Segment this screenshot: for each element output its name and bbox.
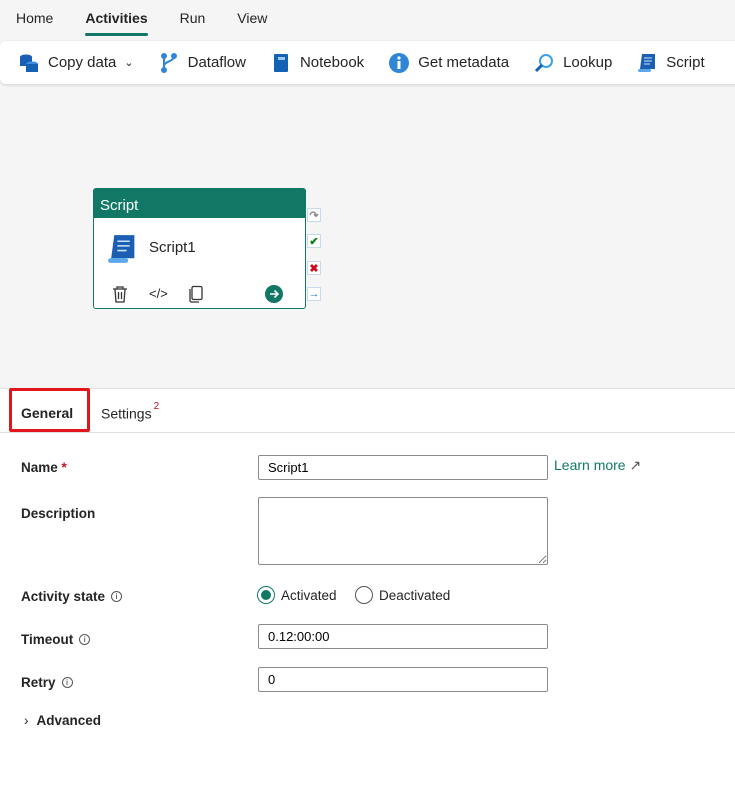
dataflow-button[interactable]: Dataflow <box>158 52 246 74</box>
menu-tabs: Home Activities Run View <box>0 0 283 40</box>
info-icon: i <box>79 634 91 645</box>
retry-label: Retry i <box>21 675 73 690</box>
info-icon: i <box>61 677 73 688</box>
completion-output-icon[interactable]: → <box>307 287 321 301</box>
skip-output-icon[interactable]: ↷ <box>307 208 321 222</box>
delete-icon[interactable] <box>111 285 129 303</box>
arrow-right-circle-icon[interactable] <box>265 285 283 303</box>
tab-settings[interactable]: Settings 2 <box>101 401 159 422</box>
properties-tabs: General Settings 2 <box>0 390 735 433</box>
script-button[interactable]: Script <box>636 52 705 74</box>
database-icon <box>20 54 38 72</box>
description-input[interactable] <box>258 497 548 565</box>
learn-more-link[interactable]: Learn more ↗ <box>554 457 641 474</box>
divider <box>0 388 735 389</box>
notebook-button[interactable]: Notebook <box>270 52 364 74</box>
info-icon: i <box>111 591 123 602</box>
notebook-label: Notebook <box>299 54 365 71</box>
chevron-down-icon: ⌄ <box>124 57 134 69</box>
script-icon <box>638 53 656 72</box>
script-activity-node[interactable]: Script Script1 </> <box>93 188 306 309</box>
settings-label: Settings <box>101 405 152 422</box>
dataflow-icon <box>160 52 177 73</box>
retry-input[interactable] <box>258 667 548 692</box>
activities-toolbar: Copy data ⌄ Dataflow Notebook Get metadat… <box>0 41 735 84</box>
external-link-icon: ↗ <box>629 457 642 473</box>
copy-data-button[interactable]: Copy data ⌄ <box>18 52 134 74</box>
tab-activities[interactable]: Activities <box>69 0 163 36</box>
info-icon <box>389 52 410 73</box>
magnifier-icon <box>535 53 554 72</box>
deactivated-radio[interactable]: Deactivated <box>355 586 450 604</box>
description-label: Description <box>21 506 96 521</box>
notebook-icon <box>273 53 288 72</box>
get-metadata-button[interactable]: Get metadata <box>388 52 509 74</box>
highlight-box <box>9 388 90 432</box>
lookup-button[interactable]: Lookup <box>533 52 612 74</box>
timeout-input[interactable] <box>258 624 548 649</box>
node-type: Script <box>94 189 305 218</box>
timeout-label: Timeout i <box>21 632 91 647</box>
node-name: Script1 <box>149 239 196 256</box>
chevron-right-icon: › <box>24 713 29 728</box>
name-label: Name * <box>21 460 67 475</box>
activity-state-label: Activity state i <box>21 589 123 604</box>
copy-icon[interactable] <box>187 285 205 303</box>
success-output-icon[interactable]: ✔ <box>307 234 321 248</box>
code-icon[interactable]: </> <box>149 286 168 301</box>
advanced-toggle[interactable]: › Advanced <box>24 713 101 728</box>
lookup-label: Lookup <box>563 54 613 71</box>
dataflow-label: Dataflow <box>187 54 246 71</box>
script-label: Script <box>666 54 705 71</box>
settings-badge: 2 <box>153 401 160 412</box>
script-icon <box>108 235 135 263</box>
activated-radio[interactable]: Activated <box>257 586 337 604</box>
tab-run[interactable]: Run <box>164 0 222 36</box>
get-metadata-label: Get metadata <box>418 54 510 71</box>
copy-data-label: Copy data <box>48 54 117 71</box>
tab-view[interactable]: View <box>221 0 283 36</box>
name-input[interactable] <box>258 455 548 480</box>
tab-home[interactable]: Home <box>0 0 69 36</box>
failure-output-icon[interactable]: ✖ <box>307 261 321 275</box>
